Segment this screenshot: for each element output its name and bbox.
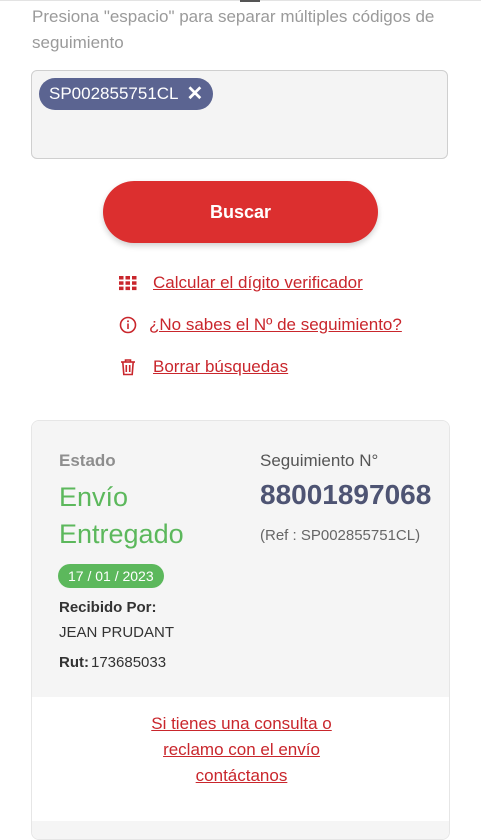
contact-line[interactable]: Si tienes una consulta o — [151, 714, 332, 733]
search-hint: Presiona "espacio" para separar múltiple… — [32, 7, 435, 52]
close-icon[interactable]: ✕ — [187, 84, 204, 104]
tracking-reference: (Ref : SP002855751CL) — [260, 527, 421, 544]
chip-label: SP002855751CL — [49, 84, 179, 103]
grid-icon — [119, 276, 137, 291]
unknown-tracking-link-row[interactable]: ¿No sabes el Nº de seguimiento? — [119, 315, 402, 335]
clear-searches-link-row[interactable]: Borrar búsquedas — [119, 357, 288, 377]
contact-line[interactable]: reclamo con el envío — [163, 740, 320, 759]
card-footer-strip — [32, 821, 449, 839]
estado-label: Estado — [59, 451, 116, 470]
unknown-tracking-link[interactable]: ¿No sabes el Nº de seguimiento? — [149, 315, 402, 335]
recibido-value: JEAN PRUDANT — [59, 624, 175, 641]
info-icon — [119, 316, 137, 334]
calc-digit-link[interactable]: Calcular el dígito verificador — [153, 273, 363, 293]
tracking-codes-input[interactable]: SP002855751CL ✕ — [31, 70, 448, 159]
recibido-label: Recibido Por: — [59, 599, 157, 616]
clear-searches-link[interactable]: Borrar búsquedas — [153, 357, 288, 377]
rut-label: Rut: — [59, 654, 89, 671]
rut-value: 173685033 — [91, 654, 167, 671]
top-divider — [0, 0, 481, 2]
result-card: Estado Envío Entregado 17 / 01 / 2023 Re… — [31, 420, 450, 840]
tracking-number: 88001897068 — [260, 479, 432, 510]
tracking-code-chip: SP002855751CL ✕ — [39, 78, 214, 110]
result-summary: Estado Envío Entregado 17 / 01 / 2023 Re… — [32, 421, 449, 697]
contact-link[interactable]: Si tienes una consulta o reclamo con el … — [32, 711, 449, 789]
contact-line[interactable]: contáctanos — [196, 766, 288, 785]
calc-digit-link-row[interactable]: Calcular el dígito verificador — [119, 273, 363, 293]
trash-icon — [121, 359, 135, 376]
status-text: Envío Entregado — [59, 482, 184, 549]
date-badge: 17 / 01 / 2023 — [58, 564, 164, 588]
search-button[interactable]: Buscar — [103, 181, 378, 243]
tracking-number-label: Seguimiento N° — [260, 451, 379, 470]
